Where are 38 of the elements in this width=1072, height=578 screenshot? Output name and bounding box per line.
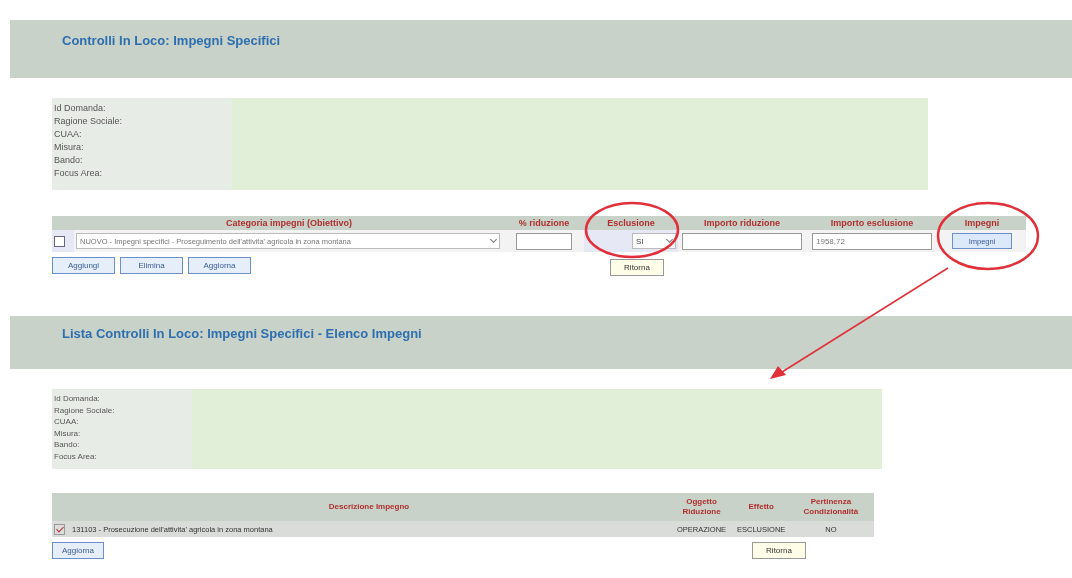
section-title: Controlli In Loco: Impegni Specifici bbox=[62, 32, 281, 48]
column-header: Importo riduzione bbox=[678, 216, 806, 230]
field-label: Bando: bbox=[54, 439, 81, 451]
header-cell bbox=[52, 216, 74, 230]
input-field[interactable] bbox=[516, 232, 572, 250]
field-label: Focus Area: bbox=[54, 167, 104, 180]
column-header: Categoria impegni (Obiettivo) bbox=[74, 216, 504, 230]
exclusion-select[interactable]: SI bbox=[632, 233, 676, 249]
column-header: Esclusione bbox=[584, 216, 678, 230]
column-header: Oggetto Riduzione bbox=[668, 493, 735, 521]
action-button[interactable]: Aggiorna bbox=[188, 256, 251, 274]
action-button[interactable]: Aggiorna bbox=[52, 541, 104, 559]
checkbox[interactable] bbox=[54, 523, 65, 535]
action-button[interactable]: Elimina bbox=[120, 256, 183, 274]
field-label: Ragione Sociale: bbox=[54, 115, 124, 128]
back-button[interactable]: Ritorna bbox=[610, 259, 664, 276]
column-header: Importo esclusione bbox=[806, 216, 938, 230]
field-label: CUAA: bbox=[54, 416, 80, 428]
field-label: Id Domanda: bbox=[54, 102, 107, 115]
checkbox[interactable] bbox=[54, 235, 65, 247]
field-label: Focus Area: bbox=[54, 450, 98, 462]
input-field[interactable] bbox=[682, 232, 802, 250]
field-label: Id Domanda: bbox=[54, 393, 101, 405]
field-label: Ragione Sociale: bbox=[54, 404, 116, 416]
action-button[interactable]: Aggiungi bbox=[52, 256, 115, 274]
column-header: Pertinenza Condizionalità bbox=[787, 493, 875, 521]
column-header: Descrizione Impegno bbox=[70, 493, 668, 521]
field-label: Misura: bbox=[54, 427, 82, 439]
column-header: Impegni bbox=[938, 216, 1026, 230]
field-label: Bando: bbox=[54, 154, 84, 167]
header-cell bbox=[52, 493, 70, 521]
back-button[interactable]: Ritorna bbox=[752, 541, 806, 559]
field-label: CUAA: bbox=[54, 128, 83, 141]
column-header: Effetto bbox=[735, 493, 788, 521]
input-field[interactable]: 1958,72 bbox=[812, 232, 932, 250]
section-title: Lista Controlli In Loco: Impegni Specifici - Elenco Impegni bbox=[62, 326, 422, 341]
column-header: % riduzione bbox=[504, 216, 584, 230]
field-label: Misura: bbox=[54, 141, 85, 154]
